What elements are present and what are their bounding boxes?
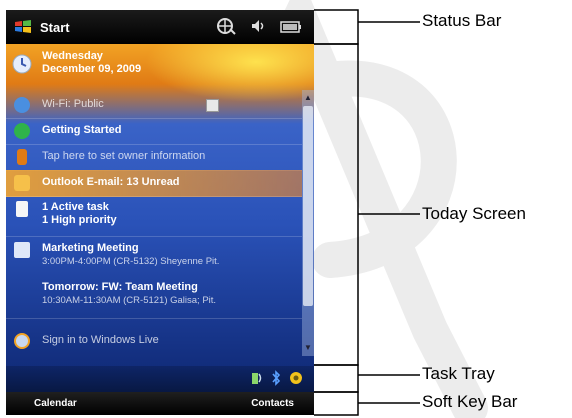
- windows-logo-icon[interactable]: [12, 16, 34, 38]
- callout-soft-key-bar: Soft Key Bar: [422, 392, 518, 411]
- soft-key-bar: Calendar Contacts: [6, 392, 314, 415]
- tomorrow-meeting-details: 10:30AM-11:30AM (CR-5121) Galisa; Pit.: [42, 295, 217, 306]
- owner-info-label: Tap here to set owner information: [42, 150, 206, 162]
- meeting-icon: [14, 242, 30, 258]
- owner-icon: [17, 149, 27, 165]
- meeting-item[interactable]: Marketing Meeting 3:00PM-4:00PM (CR-5132…: [6, 237, 302, 277]
- wifi-icon: [14, 97, 30, 113]
- scroll-thumb[interactable]: [303, 106, 313, 306]
- date-row[interactable]: Wednesday December 09, 2009: [6, 44, 314, 90]
- meeting-title: Marketing Meeting: [42, 242, 139, 254]
- settings-icon[interactable]: [288, 370, 304, 391]
- tasks-active: 1 Active task: [42, 201, 109, 213]
- getting-started-item[interactable]: Getting Started: [6, 118, 302, 145]
- tomorrow-meeting-item[interactable]: Tomorrow: FW: Team Meeting 10:30AM-11:30…: [6, 278, 302, 319]
- email-label: Outlook E-mail: 13 Unread: [42, 176, 180, 188]
- bluetooth-icon[interactable]: [270, 370, 282, 391]
- scrollbar[interactable]: ▲ ▼: [302, 90, 314, 356]
- scroll-down-arrow-icon[interactable]: ▼: [303, 342, 313, 354]
- getting-started-label: Getting Started: [42, 124, 122, 136]
- status-bar: Start: [6, 10, 314, 44]
- callout-task-tray: Task Tray: [422, 364, 495, 383]
- device-screen: Start Wednesday December 09, 2009 Wi-Fi:…: [6, 10, 314, 415]
- wifi-status-icon: [206, 99, 219, 112]
- date-full: December 09, 2009: [42, 63, 142, 75]
- task-icon: [16, 201, 28, 217]
- calendar-icon: [12, 54, 32, 79]
- battery-icon[interactable]: [280, 20, 302, 38]
- windows-live-icon: [14, 333, 30, 349]
- callout-status-bar: Status Bar: [422, 11, 502, 30]
- wireless-icon[interactable]: [248, 370, 264, 391]
- start-menu-label[interactable]: Start: [40, 20, 70, 35]
- wifi-item[interactable]: Wi-Fi: Public: [6, 92, 302, 119]
- getting-started-icon: [14, 123, 30, 139]
- soft-key-contacts[interactable]: Contacts: [251, 398, 294, 409]
- email-item[interactable]: Outlook E-mail: 13 Unread: [6, 170, 302, 197]
- connectivity-icon[interactable]: [216, 17, 236, 40]
- mail-icon: [14, 175, 30, 191]
- task-tray: [6, 366, 314, 392]
- windows-live-label: Sign in to Windows Live: [42, 334, 159, 346]
- meeting-details: 3:00PM-4:00PM (CR-5132) Sheyenne Pit.: [42, 256, 220, 267]
- windows-live-item[interactable]: Sign in to Windows Live: [6, 328, 302, 354]
- wifi-label: Wi-Fi: Public: [42, 98, 104, 110]
- date-weekday: Wednesday: [42, 50, 103, 62]
- volume-icon[interactable]: [250, 18, 266, 39]
- today-screen: Wednesday December 09, 2009 Wi-Fi: Publi…: [6, 44, 314, 366]
- callout-today-screen: Today Screen: [422, 204, 526, 223]
- owner-info-item[interactable]: Tap here to set owner information: [6, 144, 302, 171]
- scroll-up-arrow-icon[interactable]: ▲: [303, 92, 313, 104]
- tasks-item[interactable]: 1 Active task 1 High priority: [6, 196, 302, 237]
- tomorrow-meeting-title: Tomorrow: FW: Team Meeting: [42, 281, 198, 293]
- tasks-priority: 1 High priority: [42, 214, 117, 226]
- soft-key-calendar[interactable]: Calendar: [34, 398, 77, 409]
